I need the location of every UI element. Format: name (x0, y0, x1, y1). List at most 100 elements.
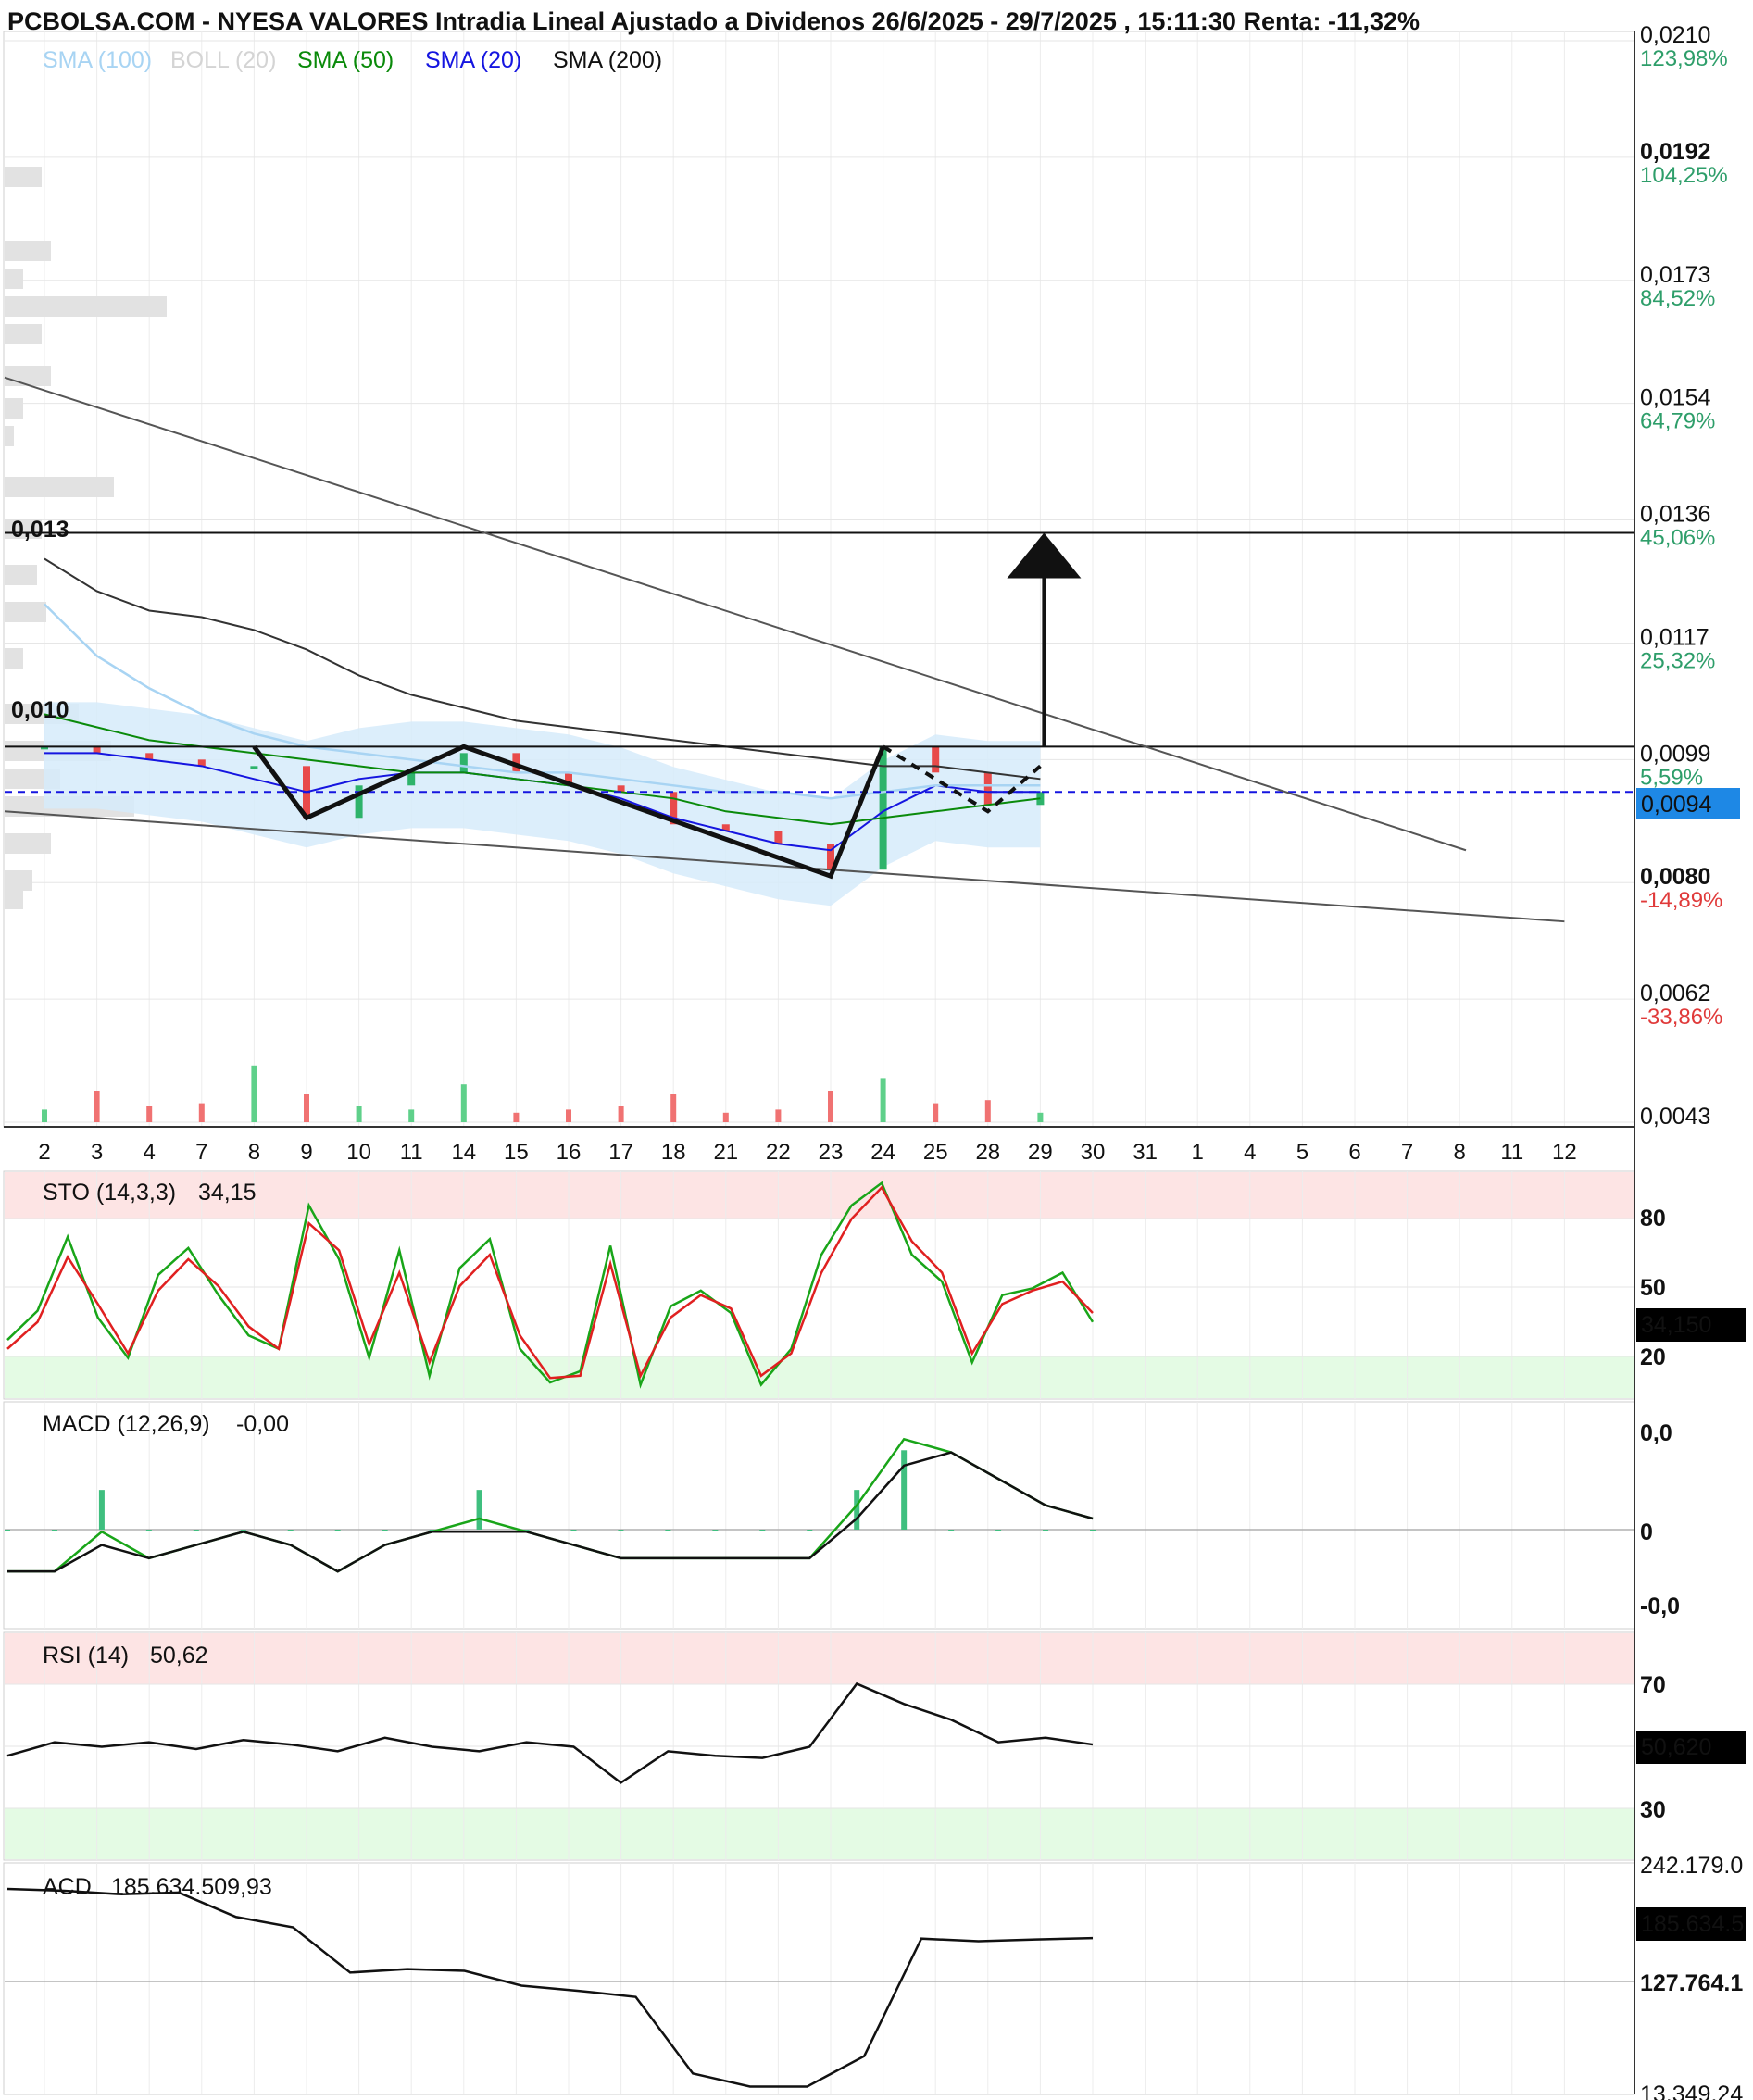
acd-value: 185.634.509,93 (111, 1874, 272, 1900)
macd-hist-0 (5, 1530, 10, 1531)
rsi-value: 50,62 (150, 1643, 208, 1669)
x-axis: 2 3 4 7 8 9 10 11 14 15 16 17 18 21 22 23 24 25 28 29 30 31 1 4… (38, 1140, 1576, 1165)
price-panel (3, 31, 1635, 1128)
x-tick-14: 22 (766, 1140, 791, 1165)
chart-page: PCBOLSA.COM - NYESA VALORES Intradia Lin… (0, 0, 1753, 2100)
profile-bar-4 (5, 324, 42, 344)
macd-hist-3 (145, 1530, 152, 1531)
sto-value: 34,15 (198, 1180, 257, 1206)
x-tick-7: 11 (400, 1140, 423, 1165)
x-tick-0: 2 (38, 1140, 50, 1165)
price-label-7: 0,0080 (1640, 864, 1710, 890)
x-tick-29: 12 (1552, 1140, 1577, 1165)
legend: SMA (100) BOLL (20) SMA (50) SMA (20) SM… (43, 47, 662, 73)
rsi-title: RSI (14) (43, 1643, 129, 1669)
macd-hist-2 (98, 1490, 105, 1530)
macd-hist-15 (712, 1530, 719, 1531)
legend-sma100[interactable]: SMA (100) (43, 47, 152, 73)
x-tick-15: 23 (819, 1140, 844, 1165)
rsi-badge-label: 50,620 (1641, 1734, 1711, 1760)
sto-badge-label: 34,150 (1641, 1312, 1711, 1338)
current-price-label: 0,0094 (1641, 792, 1712, 818)
macd-hist-16 (759, 1530, 766, 1531)
macd-hist-12 (570, 1530, 577, 1531)
x-tick-10: 16 (557, 1140, 582, 1165)
x-tick-18: 28 (975, 1140, 1000, 1165)
macd-hist-23 (1090, 1530, 1096, 1531)
rsi-oversold-zone (5, 1808, 1634, 1859)
x-tick-24: 5 (1296, 1140, 1308, 1165)
acd-badge-label: 185.634.5 (1641, 1911, 1744, 1937)
price-label-6: 0,0099 (1640, 741, 1710, 767)
macd-hist-21 (995, 1530, 1002, 1531)
volume-bar-8 (460, 1084, 467, 1122)
x-tick-25: 6 (1348, 1140, 1360, 1165)
price-label-2: 0,0173 (1640, 262, 1710, 288)
x-tick-1: 3 (91, 1140, 103, 1165)
profile-bar-18 (5, 870, 32, 891)
legend-sma50[interactable]: SMA (50) (297, 47, 394, 73)
x-tick-26: 7 (1401, 1140, 1413, 1165)
profile-bar-8 (5, 477, 114, 497)
macd-hist-13 (618, 1530, 624, 1531)
chart-title: PCBOLSA.COM - NYESA VALORES Intradia Lin… (7, 7, 1420, 35)
price-label-4: 0,0136 (1640, 502, 1710, 528)
candle-7 (407, 772, 416, 786)
candle-6 (355, 785, 363, 819)
x-tick-3: 7 (195, 1140, 207, 1165)
price-label-8: 0,0062 (1640, 981, 1710, 1006)
x-tick-27: 8 (1454, 1140, 1466, 1165)
volume-bar-15 (828, 1091, 833, 1122)
volume-bar-10 (566, 1109, 571, 1122)
candle-18 (983, 772, 992, 806)
x-tick-11: 17 (608, 1140, 633, 1165)
profile-bar-6 (5, 398, 23, 419)
candle-14 (774, 831, 783, 844)
volume-bar-7 (408, 1109, 415, 1122)
x-tick-13: 21 (713, 1140, 738, 1165)
sto-oversold-zone (5, 1356, 1634, 1398)
profile-bar-2 (5, 269, 23, 289)
volume-bar-16 (880, 1078, 886, 1122)
volume-bar-12 (670, 1094, 677, 1122)
volume-bar-2 (146, 1106, 153, 1122)
x-tick-5: 9 (300, 1140, 312, 1165)
volume-bar-13 (722, 1112, 729, 1122)
x-tick-16: 24 (870, 1140, 895, 1165)
x-tick-20: 30 (1081, 1140, 1106, 1165)
candle-17 (932, 746, 940, 773)
acd-level-mid: 127.764.1 (1640, 1970, 1743, 1996)
pct-label-8: -33,86% (1640, 1005, 1722, 1030)
profile-bar-12 (5, 648, 23, 669)
x-tick-17: 25 (923, 1140, 948, 1165)
price-label-1: 0,0192 (1640, 139, 1710, 165)
macd-hist-10 (476, 1490, 482, 1530)
legend-sma20[interactable]: SMA (20) (425, 47, 521, 73)
price-axis: 0,0210123,98% 0,0192104,25% 0,017384,52% 0,… (1640, 22, 1728, 1130)
x-tick-28: 11 (1500, 1140, 1523, 1165)
price-label-9: 0,0043 (1640, 1104, 1710, 1130)
rsi-level-30: 30 (1640, 1797, 1666, 1823)
profile-bar-10 (5, 565, 37, 585)
x-tick-12: 18 (661, 1140, 686, 1165)
macd-level-top: 0,0 (1640, 1420, 1672, 1446)
x-tick-6: 10 (346, 1140, 371, 1165)
volume-bar-0 (42, 1109, 47, 1122)
profile-bar-17 (5, 833, 51, 854)
sto-title: STO (14,3,3) (43, 1180, 176, 1206)
volume-bar-14 (775, 1109, 782, 1122)
sto-level-50: 50 (1640, 1275, 1666, 1301)
volume-bar-5 (304, 1094, 309, 1122)
macd-hist-20 (948, 1530, 955, 1531)
macd-hist-18 (854, 1490, 860, 1530)
legend-boll20[interactable]: BOLL (20) (170, 47, 276, 73)
profile-bar-0 (5, 167, 42, 187)
macd-hist-17 (807, 1530, 813, 1531)
candle-1 (93, 746, 101, 754)
pct-label-0: 123,98% (1640, 46, 1728, 71)
legend-sma200[interactable]: SMA (200) (553, 47, 662, 73)
profile-bar-19 (5, 889, 23, 909)
acd-level-top: 242.179.0 (1640, 1853, 1743, 1879)
candle-4 (250, 766, 258, 769)
volume-bar-17 (933, 1103, 939, 1122)
